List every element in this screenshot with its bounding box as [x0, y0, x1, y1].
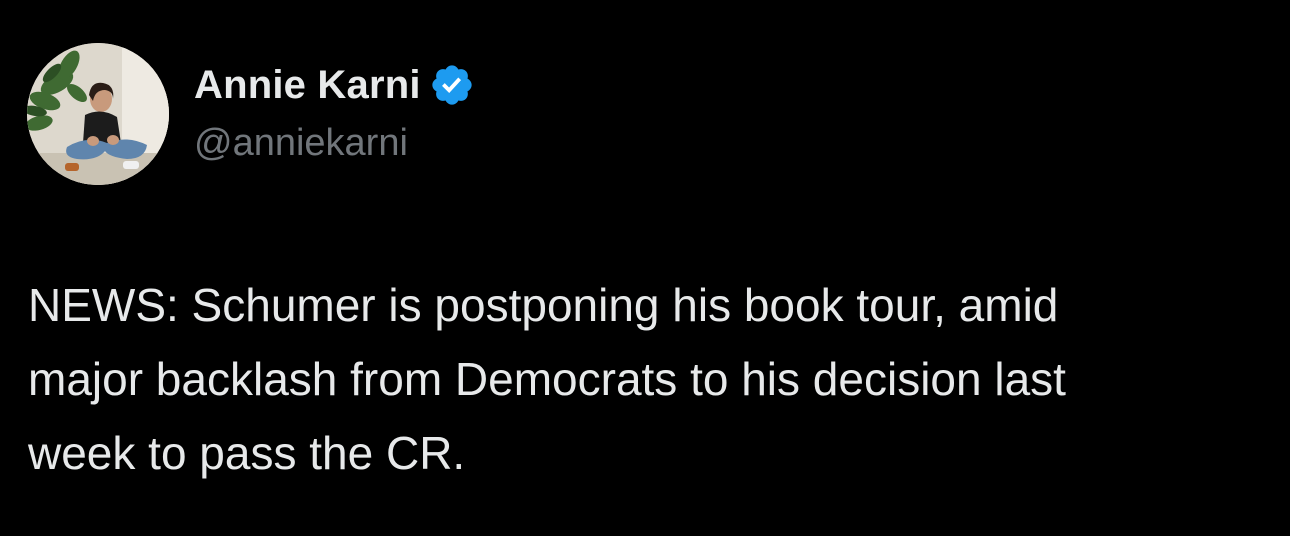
tweet-card: Annie Karni @anniekarni NEWS: Schumer is… [0, 0, 1290, 536]
verified-badge-icon [429, 62, 475, 108]
tweet-text-line: NEWS: Schumer is postponing his book tou… [28, 279, 1059, 331]
author-row: Annie Karni [194, 60, 475, 110]
tweet-text-line: major backlash from Democrats to his dec… [28, 353, 1066, 405]
author-handle[interactable]: @anniekarni [194, 122, 408, 165]
avatar[interactable] [27, 43, 169, 185]
display-name[interactable]: Annie Karni [194, 63, 421, 108]
avatar-photo-icon [27, 43, 169, 185]
tweet-text: NEWS: Schumer is postponing his book tou… [28, 268, 1273, 490]
tweet-text-line: week to pass the CR. [28, 427, 466, 479]
